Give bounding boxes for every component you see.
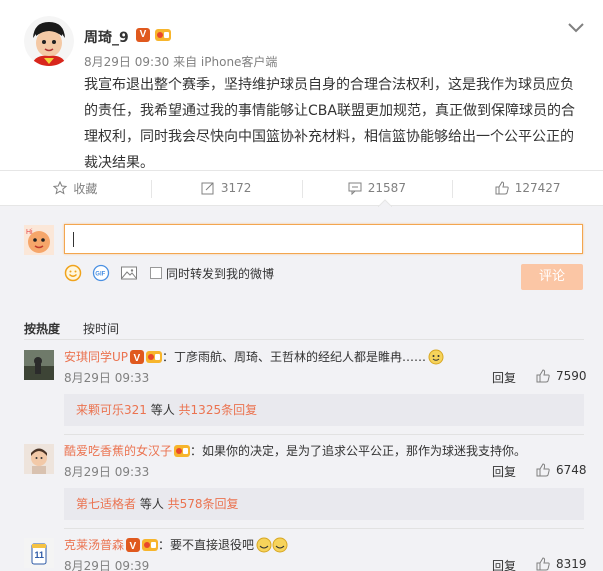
comment-text: ：丁彦雨航、周琦、王哲林的经纪人都是睢冉……	[162, 350, 427, 364]
comment-icon	[348, 182, 362, 195]
reply-user-name[interactable]: 来颗可乐321	[76, 403, 147, 417]
verified-badge-icon: V	[126, 537, 141, 552]
comment-text: ：如果你的决定，是为了追求公平公正，那作为球迷我支持你。	[190, 444, 527, 458]
vip-club-icon	[154, 27, 172, 43]
thumbs-up-icon	[536, 557, 550, 571]
commenter-name[interactable]: 克莱汤普森	[64, 536, 124, 553]
reply-button[interactable]: 回复	[492, 557, 516, 571]
action-bar: 收藏 3172 21587 127427	[0, 170, 603, 206]
comment-like-count: 7590	[556, 369, 587, 383]
comment-time: 8月29日 09:33	[64, 371, 150, 385]
weibo-post-card: 周琦_9 V 8月29日 09:30 来自 iPhone客户端 我宣布退出整个赛…	[0, 0, 603, 571]
reply-summary[interactable]: 来颗可乐321 等人 共1325条回复	[64, 394, 584, 426]
current-user-avatar: Hi	[24, 225, 54, 255]
comment-line: 安琪同学UP V ：丁彦雨航、周琦、王哲林的经纪人都是睢冉……	[64, 348, 444, 365]
reply-user-name[interactable]: 第七适格者	[76, 497, 136, 511]
gif-icon[interactable]: GIF	[92, 264, 110, 285]
svg-text:V: V	[134, 353, 141, 364]
club-badge-icon	[174, 444, 191, 457]
thumbs-up-icon	[495, 181, 509, 195]
post-text: 我宣布退出整个赛季，坚持维护球员自身的合理合法权利，这是我作为球员应负的责任，我…	[84, 77, 575, 171]
club-badge-icon	[146, 350, 163, 363]
commenter-avatar[interactable]	[24, 444, 54, 474]
comment-line: 克莱汤普森 V ：要不直接退役吧	[64, 536, 288, 553]
author-avatar[interactable]	[24, 16, 74, 66]
like-count: 127427	[514, 181, 561, 195]
repost-checkbox[interactable]	[150, 267, 162, 279]
comment-count: 21587	[367, 181, 406, 195]
comment-like-button[interactable]: 8319	[536, 557, 587, 571]
reply-summary-text: 等人	[136, 497, 168, 511]
reply-summary[interactable]: 第七适格者 等人 共578条回复	[64, 488, 584, 520]
comment-button[interactable]: 21587	[301, 171, 453, 205]
repost-button[interactable]: 3172	[150, 171, 302, 205]
sort-by-hot-tab[interactable]: 按热度	[24, 320, 60, 337]
post-meta: 8月29日 09:30 来自 iPhone客户端	[84, 55, 278, 69]
svg-text:11: 11	[35, 550, 45, 560]
comment-line: 酷爱吃香蕉的女汉子 ：如果你的决定，是为了追求公平公正，那作为球迷我支持你。	[64, 442, 526, 459]
svg-text:V: V	[130, 541, 137, 552]
emoji-doge-icon	[256, 537, 288, 552]
club-badge-icon	[142, 538, 159, 551]
reply-count-link[interactable]: 共1325条回复	[179, 403, 258, 417]
repost-icon	[201, 182, 214, 195]
emoji-icon[interactable]	[64, 264, 82, 285]
svg-text:Hi: Hi	[26, 229, 33, 236]
emoji-smile-icon	[428, 349, 444, 364]
comment-time: 8月29日 09:33	[64, 465, 150, 479]
chevron-down-icon[interactable]	[566, 20, 586, 36]
svg-text:GIF: GIF	[95, 272, 105, 278]
comment-like-count: 6748	[556, 463, 587, 477]
repost-count: 3172	[220, 181, 252, 195]
verified-badge: V	[136, 28, 150, 42]
favorite-button[interactable]: 收藏	[0, 171, 151, 205]
divider	[64, 434, 584, 435]
reply-button[interactable]: 回复	[492, 463, 516, 480]
thumbs-up-icon	[536, 463, 550, 477]
comment-like-button[interactable]: 6748	[536, 463, 587, 477]
reply-button[interactable]: 回复	[492, 369, 516, 386]
submit-comment-button[interactable]: 评论	[521, 264, 583, 290]
commenter-name[interactable]: 安琪同学UP	[64, 348, 128, 365]
reply-summary-text: 等人	[146, 403, 179, 417]
sort-by-time-tab[interactable]: 按时间	[83, 320, 119, 337]
star-icon	[53, 181, 68, 195]
divider	[64, 528, 584, 529]
image-icon[interactable]	[120, 264, 138, 285]
comment-text: ：要不直接退役吧	[158, 538, 255, 552]
divider	[24, 339, 584, 340]
vip-club-icon: V	[130, 349, 145, 364]
commenter-name[interactable]: 酷爱吃香蕉的女汉子	[64, 442, 172, 459]
comment-panel: Hi GIF 同时转发到我的微博 评论 按热度 按时间 安琪同学UP V ：丁彦…	[0, 206, 603, 571]
repost-checkbox-label: 同时转发到我的微博	[166, 267, 275, 281]
comment-time: 8月29日 09:39	[64, 559, 150, 571]
favorite-label: 收藏	[73, 181, 98, 196]
thumbs-up-icon	[536, 369, 550, 383]
text-cursor	[73, 232, 74, 247]
active-tab-caret	[378, 199, 392, 207]
comment-like-button[interactable]: 7590	[536, 369, 587, 383]
commenter-avatar[interactable]	[24, 350, 54, 380]
author-name[interactable]: 周琦_9	[84, 27, 129, 47]
commenter-avatar[interactable]: 11	[24, 538, 54, 568]
comment-input[interactable]	[64, 224, 583, 254]
comment-like-count: 8319	[556, 557, 587, 571]
reply-count-link[interactable]: 共578条回复	[168, 497, 239, 511]
like-button[interactable]: 127427	[452, 171, 603, 205]
